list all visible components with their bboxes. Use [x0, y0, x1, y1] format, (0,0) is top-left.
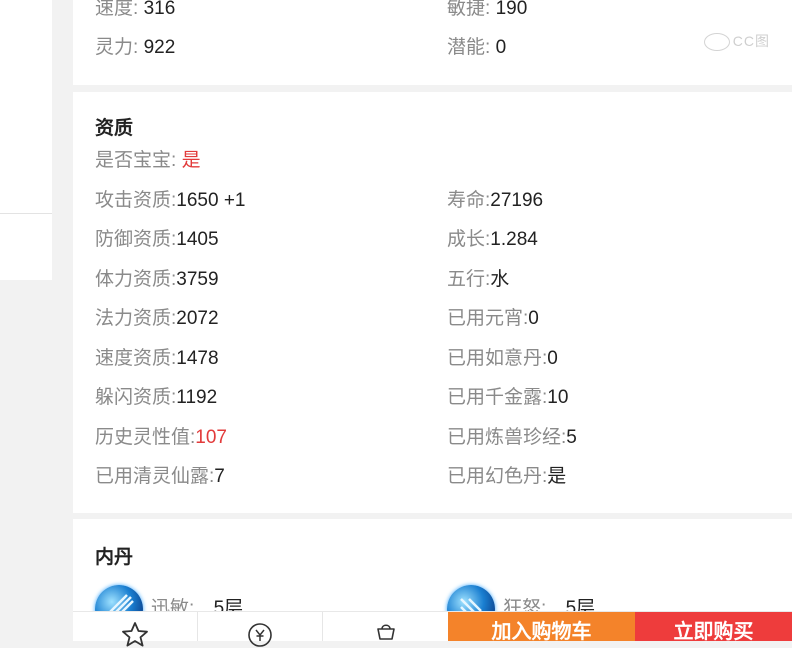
stat-value: 190	[495, 0, 528, 19]
stat-label: 敏捷:	[447, 0, 491, 19]
aptitude-row: 防御资质:1405	[95, 229, 219, 250]
star-icon	[122, 622, 148, 647]
aptitude-title: 资质	[95, 118, 134, 139]
stat-label: 灵力:	[95, 37, 139, 58]
aptitude-row: 五行:水	[447, 269, 510, 290]
left-side-panel	[0, 0, 52, 280]
aptitude-row: 法力资质:2072	[95, 308, 219, 329]
stat-speed: 速度: 316	[95, 0, 175, 21]
aptitude-row: 已用元宵:0	[447, 308, 539, 329]
left-panel-divider	[0, 213, 52, 214]
yen-icon	[248, 623, 272, 647]
aptitude-row: 已用幻色丹:是	[447, 466, 567, 487]
watermark-logo-icon	[703, 33, 730, 52]
aptitude-row: 已用千金露:10	[447, 387, 569, 408]
cart-icon	[376, 624, 395, 640]
stat-spirit: 灵力: 922	[95, 36, 175, 60]
stat-label: 速度:	[95, 0, 139, 19]
stat-label: 潜能:	[447, 37, 491, 58]
aptitude-card: 资质 是否宝宝: 是 攻击资质:1650 +1 寿命:27196 防御资质:14…	[73, 92, 792, 513]
neidan-title: 内丹	[95, 547, 134, 568]
buy-now-button[interactable]: 立即购买	[635, 612, 792, 641]
cart-button[interactable]	[323, 612, 448, 641]
watermark: CC图	[703, 31, 770, 52]
aptitude-row: 躲闪资质:1192	[95, 387, 218, 408]
aptitude-row: 攻击资质:1650 +1	[95, 190, 246, 211]
aptitude-row: 已用如意丹:0	[447, 348, 558, 369]
stat-agility: 敏捷: 190	[447, 0, 527, 21]
aptitude-row: 历史灵性值:107	[95, 427, 227, 448]
favorite-button[interactable]	[73, 612, 197, 647]
add-to-cart-button[interactable]: 加入购物车	[448, 612, 635, 641]
price-button[interactable]	[198, 612, 322, 647]
aptitude-row: 已用清灵仙露:7	[95, 466, 225, 487]
is-baby-label: 是否宝宝:	[95, 150, 177, 171]
aptitude-row: 已用炼兽珍经:5	[447, 427, 577, 448]
is-baby-value: 是	[181, 150, 201, 171]
bottom-action-bar: 加入购物车 立即购买	[73, 611, 792, 647]
stat-value: 0	[495, 37, 507, 58]
aptitude-row: 寿命:27196	[447, 190, 544, 211]
is-baby-row: 是否宝宝: 是	[95, 149, 201, 173]
stat-value: 922	[143, 37, 176, 58]
aptitude-row: 成长:1.284	[447, 229, 538, 250]
aptitude-row: 速度资质:1478	[95, 348, 219, 369]
basic-stats-card: 速度: 316 敏捷: 190 灵力: 922 潜能: 0 CC图	[73, 0, 792, 85]
stat-potential: 潜能: 0	[447, 36, 506, 60]
aptitude-row: 体力资质:3759	[95, 269, 219, 290]
stat-value: 316	[143, 0, 176, 19]
